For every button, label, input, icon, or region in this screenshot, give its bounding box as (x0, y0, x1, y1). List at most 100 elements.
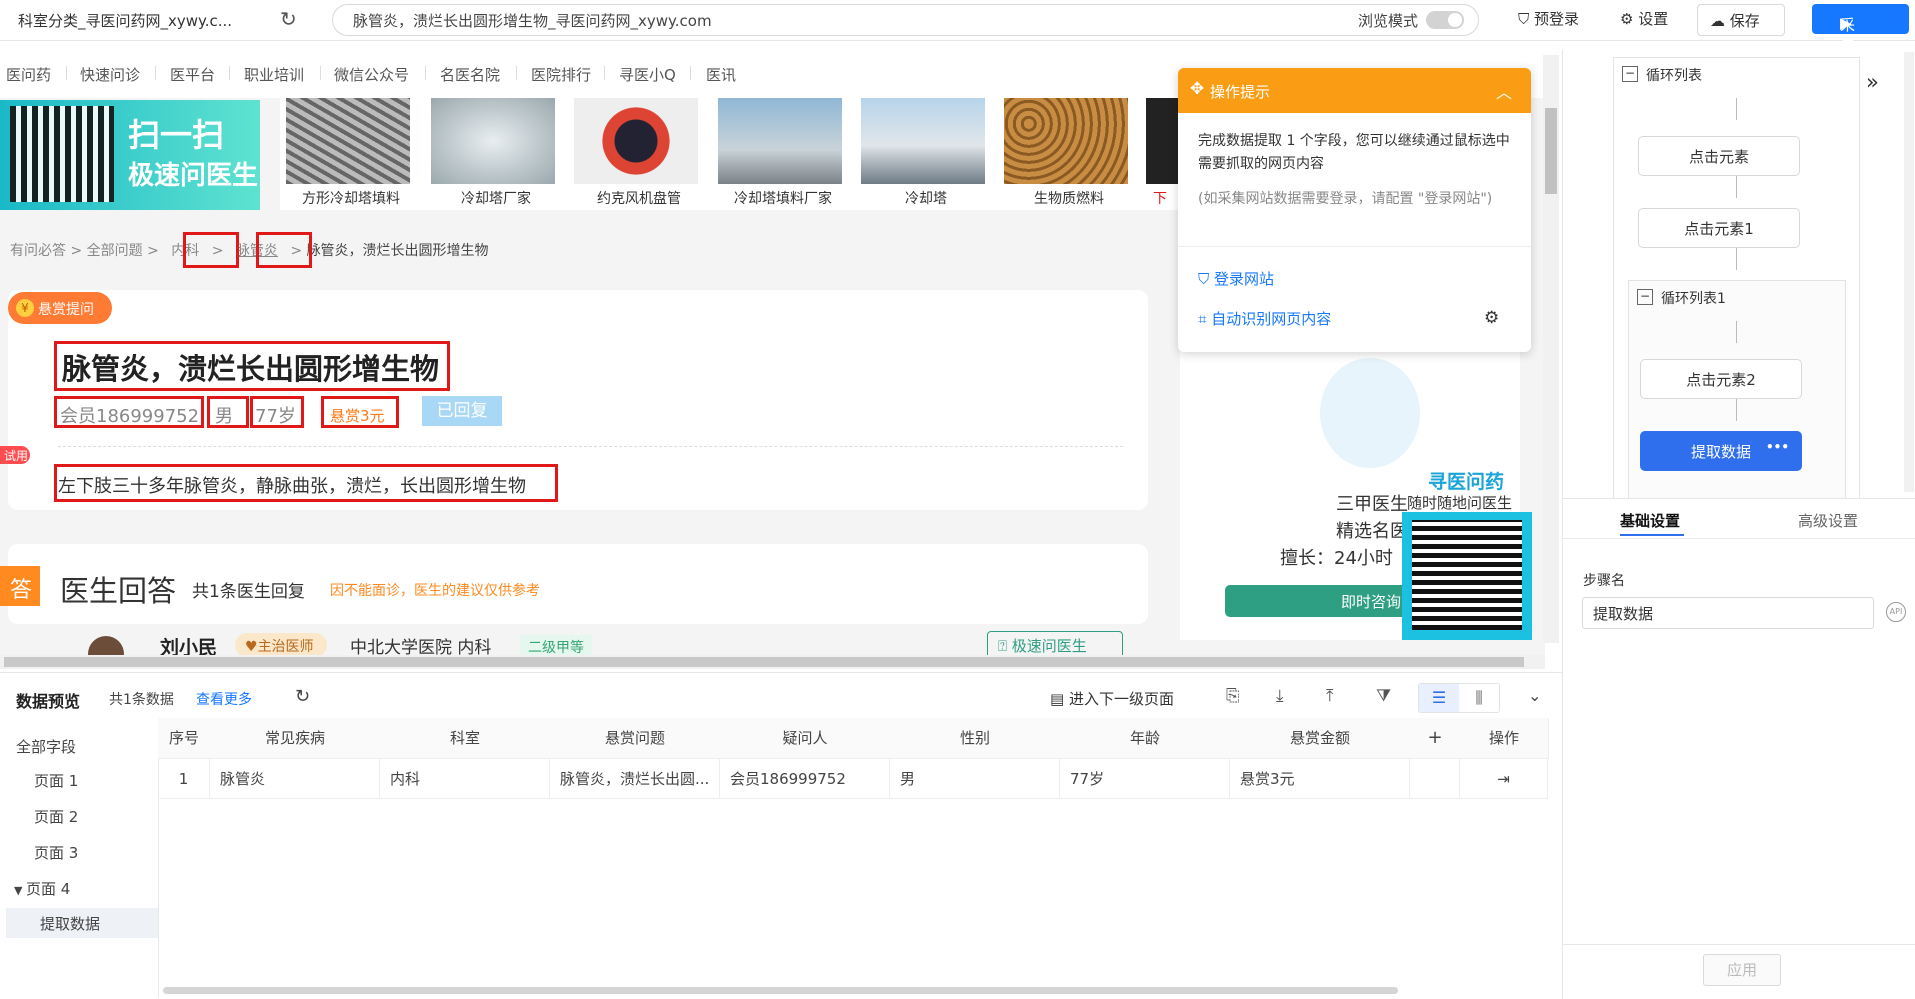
expand-panel-icon[interactable]: » (1866, 70, 1879, 94)
selection-highlight (256, 232, 312, 268)
next-level-page-button[interactable]: ▤ 进入下一级页面 (1050, 688, 1174, 709)
page-item-4[interactable]: ▼ 页面 4 (14, 878, 70, 899)
question-icon: ⍰ (998, 637, 1012, 655)
loop-list-1-block[interactable]: − 循环列表1 点击元素2 提取数据 ••• (1628, 280, 1846, 500)
column-header: 操作 (1460, 718, 1549, 759)
reload-icon[interactable]: ↻ (280, 7, 297, 31)
column-header[interactable]: 悬赏问题 (550, 718, 721, 759)
browse-mode-toggle[interactable] (1426, 11, 1464, 29)
table-cell[interactable]: 悬赏3元 (1230, 759, 1410, 799)
login-site-label: 登录网站 (1214, 270, 1275, 288)
row-action-icon[interactable]: ⇥ (1460, 759, 1548, 799)
list-view-icon[interactable]: ☰ (1419, 684, 1459, 712)
scrollbar-thumb[interactable] (4, 657, 1524, 667)
export-page-icon[interactable]: ⎘ (1226, 686, 1240, 706)
product-ad[interactable]: 冷却塔 (855, 98, 987, 210)
product-ad[interactable]: 冷却塔填料厂家 (712, 98, 844, 210)
pre-login-label: 预登录 (1534, 10, 1580, 28)
column-header[interactable]: 性别 (890, 718, 1061, 759)
column-header[interactable]: 科室 (380, 718, 551, 759)
flow-arrow (1736, 248, 1737, 270)
table-cell[interactable]: 会员186999752 (720, 759, 890, 799)
flow-step-click-2[interactable]: 点击元素2 (1640, 359, 1802, 399)
page-item-3[interactable]: 页面 3 (34, 842, 78, 863)
column-header[interactable]: 疑问人 (720, 718, 891, 759)
all-fields-item[interactable]: 全部字段 (16, 736, 76, 757)
settings-button[interactable]: ⚙ 设置 (1620, 8, 1668, 29)
product-ad[interactable]: 方形冷却塔填料 (280, 98, 412, 210)
tab-advanced-settings[interactable]: 高级设置 (1798, 510, 1858, 531)
save-button[interactable]: ☁ 保存 (1697, 4, 1785, 36)
move-icon[interactable]: ✥ (1190, 79, 1204, 99)
product-label: 冷却塔 (905, 191, 947, 207)
collapse-icon[interactable]: − (1622, 66, 1638, 82)
tab-basic-settings[interactable]: 基础设置 (1620, 510, 1680, 531)
refresh-icon[interactable]: ↻ (295, 686, 310, 707)
collapse-icon[interactable]: ︿ (1496, 79, 1512, 103)
nav-item[interactable]: 寻医小Q (619, 64, 676, 85)
auto-detect-link[interactable]: ⌗ 自动识别网页内容 (1198, 308, 1331, 329)
page-item-2[interactable]: 页面 2 (34, 806, 78, 827)
nav-item[interactable]: 医院排行 (531, 64, 591, 85)
scrollbar-thumb[interactable] (1545, 108, 1557, 194)
nav-item[interactable]: 名医名院 (440, 64, 500, 85)
nav-item[interactable]: 医讯 (706, 64, 736, 85)
column-view-icon[interactable]: ⫼ (1459, 684, 1499, 712)
download-icon[interactable]: ⤓ (1276, 686, 1284, 706)
nav-item[interactable]: 微信公众号 (334, 64, 409, 85)
upload-icon[interactable]: ⤒ (1326, 686, 1334, 706)
banner-subline: 极速问医生 (128, 161, 259, 191)
collect-button[interactable]: ▶ 采集 (1812, 4, 1909, 55)
nav-item[interactable]: 医平台 (170, 64, 215, 85)
column-header[interactable]: 悬赏金额 (1230, 718, 1411, 759)
product-ad-strip: 方形冷却塔填料 冷却塔厂家 约克风机盘管 冷却塔填料厂家 冷却塔 生物质燃料 下 (280, 98, 1180, 210)
product-ad[interactable]: 约克风机盘管 (568, 98, 700, 210)
login-site-link[interactable]: ⛉ 登录网站 (1198, 268, 1274, 289)
view-more-link[interactable]: 查看更多 (196, 689, 252, 709)
collapse-panel-icon[interactable]: ⌄ (1528, 686, 1541, 705)
column-header[interactable]: 序号 (158, 718, 211, 759)
more-icon[interactable]: ••• (1766, 440, 1789, 454)
table-horizontal-scrollbar[interactable] (163, 987, 1398, 994)
column-header[interactable]: 年龄 (1060, 718, 1231, 759)
pre-login-button[interactable]: ⛉ 预登录 (1518, 8, 1579, 29)
flow-step-click[interactable]: 点击元素 (1638, 136, 1800, 176)
qr-banner[interactable]: 扫一扫 极速问医生 (0, 100, 260, 210)
flow-step-click-1[interactable]: 点击元素1 (1638, 208, 1800, 248)
address-bar[interactable]: 脉管炎，溃烂长出圆形增生物_寻医问药网_xywy.com 浏览模式 (332, 4, 1479, 36)
step-label: 点击元素2 (1686, 371, 1756, 389)
selection-highlight (54, 464, 558, 502)
breadcrumb-item[interactable]: 全部问题 (87, 243, 143, 259)
nav-item[interactable]: 医问药 (6, 64, 51, 85)
page-item-1[interactable]: 页面 1 (34, 770, 78, 791)
filter-icon[interactable]: ⧩ (1376, 686, 1391, 706)
product-image (1004, 98, 1128, 184)
table-cell[interactable]: 脉管炎，溃烂长出圆... (550, 759, 720, 799)
add-column-button[interactable]: + (1410, 718, 1461, 759)
flow-scrollbar[interactable] (1904, 52, 1914, 492)
product-ad[interactable]: 下 (1140, 98, 1180, 210)
selected-field-item[interactable]: 提取数据 (6, 908, 158, 938)
table-cell[interactable]: 男 (890, 759, 1060, 799)
flow-arrow (1736, 399, 1737, 421)
product-ad[interactable]: 生物质燃料 (998, 98, 1130, 210)
product-ad[interactable]: 冷却塔厂家 (425, 98, 557, 210)
nav-item[interactable]: 快速问诊 (80, 64, 140, 85)
collapse-icon[interactable]: − (1637, 289, 1653, 305)
apply-button[interactable]: 应用 (1703, 954, 1781, 986)
tab-title[interactable]: 科室分类_寻医问药网_xywy.c... (18, 10, 232, 31)
api-icon[interactable]: API (1886, 602, 1906, 622)
caret-down-icon: ▼ (14, 884, 26, 897)
nav-item[interactable]: 职业培训 (244, 64, 304, 85)
web-page-viewport[interactable]: 医问药 快速问诊 医平台 职业培训 微信公众号 名医名院 医院排行 寻医小Q 医… (0, 50, 1545, 660)
consult-button[interactable]: 即时咨询 (1225, 585, 1415, 617)
gear-icon[interactable]: ⚙ (1484, 308, 1499, 328)
flow-step-extract-data[interactable]: 提取数据 ••• (1640, 431, 1802, 471)
step-name-input[interactable]: 提取数据 (1582, 597, 1874, 629)
table-cell[interactable]: 77岁 (1060, 759, 1230, 799)
table-cell[interactable]: 脉管炎 (210, 759, 380, 799)
view-mode-toggle[interactable]: ☰ ⫼ (1418, 683, 1500, 713)
table-cell[interactable]: 内科 (380, 759, 550, 799)
breadcrumb-item[interactable]: 有问必答 (10, 243, 66, 259)
column-header[interactable]: 常见疾病 (210, 718, 381, 759)
